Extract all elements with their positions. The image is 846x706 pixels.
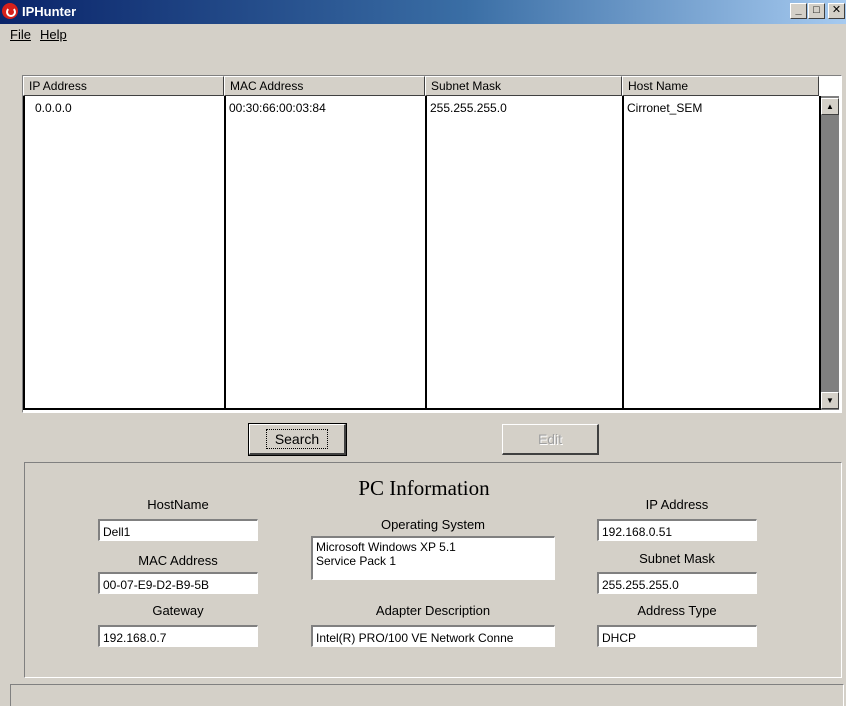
address-type-field[interactable]: DHCP	[597, 625, 757, 647]
hostname-label: HostName	[147, 497, 209, 512]
ip-address-field[interactable]: 192.168.0.51	[597, 519, 757, 541]
maximize-button[interactable]: □	[808, 3, 825, 19]
os-line-1: Microsoft Windows XP 5.1	[316, 540, 456, 554]
column-divider	[224, 96, 226, 410]
gateway-field[interactable]: 192.168.0.7	[98, 625, 258, 647]
list-header: IP Address MAC Address Subnet Mask Host …	[23, 76, 841, 96]
hostname-field[interactable]: Dell1	[98, 519, 258, 541]
device-list[interactable]: IP Address MAC Address Subnet Mask Host …	[22, 75, 842, 413]
subnet-mask-field[interactable]: 255.255.255.0	[597, 572, 757, 594]
close-button[interactable]: ✕	[828, 3, 845, 19]
operating-system-field[interactable]: Microsoft Windows XP 5.1 Service Pack 1	[311, 536, 555, 580]
column-divider	[425, 96, 427, 410]
address-type-label: Address Type	[637, 603, 717, 618]
ip-address-label: IP Address	[645, 497, 709, 512]
column-divider	[23, 96, 25, 410]
window-title: IPHunter	[22, 4, 77, 19]
menu-bar: File Help	[0, 24, 846, 46]
menu-help-label: Help	[40, 27, 67, 42]
scroll-up-icon[interactable]: ▲	[821, 98, 839, 115]
adapter-description-field[interactable]: Intel(R) PRO/100 VE Network Conne	[311, 625, 555, 647]
subnet-mask-label: Subnet Mask	[639, 551, 715, 566]
column-header-subnet[interactable]: Subnet Mask	[425, 76, 622, 96]
minimize-button[interactable]: _	[790, 3, 807, 19]
menu-help[interactable]: Help	[40, 27, 67, 42]
column-header-host[interactable]: Host Name	[622, 76, 819, 96]
vertical-scrollbar[interactable]: ▲ ▼	[821, 96, 839, 410]
column-header-mac[interactable]: MAC Address	[224, 76, 425, 96]
title-bar[interactable]: IPHunter _ □ ✕	[0, 0, 846, 24]
os-line-2: Service Pack 1	[316, 554, 397, 568]
operating-system-label: Operating System	[380, 517, 486, 532]
cell-host: Cirronet_SEM	[627, 101, 703, 115]
edit-button[interactable]: Edit	[502, 424, 599, 455]
adapter-description-label: Adapter Description	[375, 603, 491, 618]
gateway-label: Gateway	[152, 603, 204, 618]
cell-subnet: 255.255.255.0	[430, 101, 507, 115]
cell-mac: 00:30:66:00:03:84	[229, 101, 326, 115]
search-button[interactable]: Search	[248, 423, 347, 456]
mac-address-label: MAC Address	[138, 553, 218, 568]
column-divider	[622, 96, 624, 410]
search-button-label: Search	[265, 429, 329, 449]
mac-address-field[interactable]: 00-07-E9-D2-B9-5B	[98, 572, 258, 594]
status-bar	[10, 684, 844, 706]
list-bottom-border	[23, 408, 821, 410]
pc-information-title: PC Information	[358, 476, 490, 500]
edit-button-label: Edit	[537, 431, 563, 447]
menu-file[interactable]: File	[10, 27, 31, 42]
column-header-ip[interactable]: IP Address	[23, 76, 224, 96]
cell-ip: 0.0.0.0	[35, 101, 72, 115]
menu-file-label: File	[10, 27, 31, 42]
scroll-down-icon[interactable]: ▼	[821, 392, 839, 409]
app-icon[interactable]	[2, 3, 18, 19]
